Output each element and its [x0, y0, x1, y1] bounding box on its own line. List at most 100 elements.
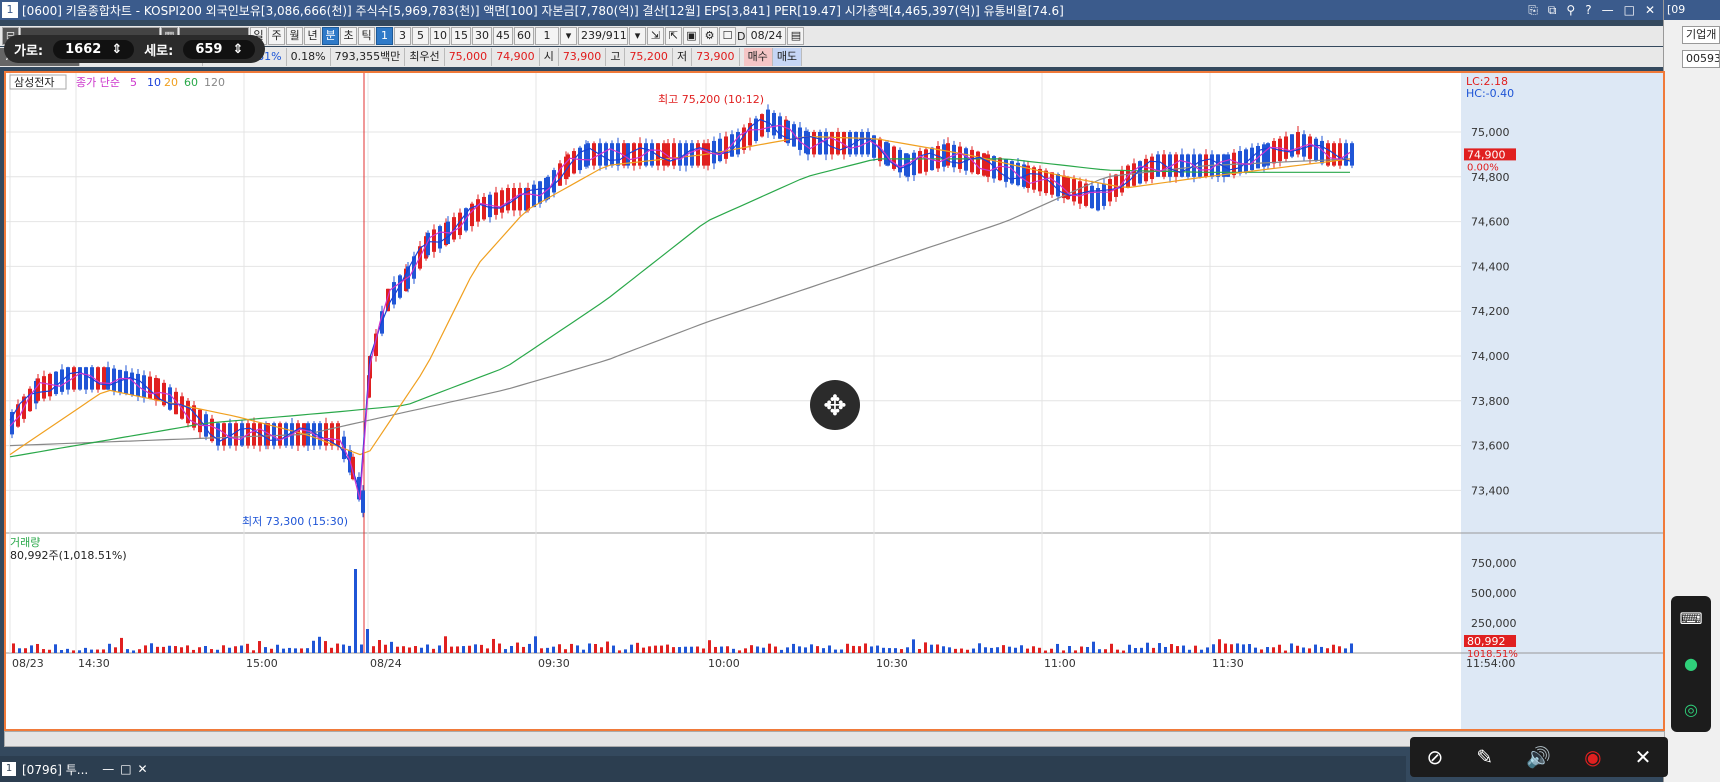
candle	[240, 423, 244, 446]
volume-bar	[1008, 646, 1011, 653]
volume-bar	[318, 636, 321, 653]
link-icon[interactable]: ⎘	[1528, 3, 1538, 18]
pointer-icon[interactable]: ●	[1684, 654, 1698, 673]
candle	[1144, 158, 1148, 182]
volume-bar	[306, 648, 309, 653]
right-panel-tab[interactable]: 기업개	[1682, 26, 1720, 44]
sell-button[interactable]: 매도	[772, 48, 803, 66]
close-icon[interactable]: ✕	[1635, 745, 1652, 769]
zoom-out-icon[interactable]: ⇱	[665, 27, 682, 45]
mic-off-icon[interactable]: ✎	[1476, 745, 1493, 769]
volume-bar	[174, 646, 177, 653]
stepper-icon[interactable]: ⇕	[232, 42, 243, 57]
interval-15-button[interactable]: 15	[451, 27, 471, 45]
candle	[216, 423, 220, 446]
volume-bar	[234, 646, 237, 653]
buy-button[interactable]: 매수	[743, 48, 773, 66]
volume-bar	[576, 645, 579, 653]
volume-bar	[252, 650, 255, 653]
maximize-button[interactable]: □	[1624, 3, 1635, 18]
size-overlay: 가로: 1662 ⇕ 세로: 659 ⇕	[4, 35, 266, 63]
candle	[96, 367, 100, 390]
candle	[518, 188, 522, 211]
volume-bar	[468, 645, 471, 653]
window-title: [0600] 키움종합차트 - KOSPI200 외국인보유[3,086,666…	[22, 3, 1064, 18]
right-panel-code[interactable]: 005930	[1682, 50, 1720, 68]
candle	[836, 132, 840, 155]
date-input[interactable]: 08/24	[746, 27, 787, 45]
chevron-down-icon[interactable]: ▾	[560, 27, 577, 45]
volume-bar	[324, 641, 327, 653]
interval-input[interactable]: 1	[535, 27, 559, 45]
minimize-button[interactable]: —	[1602, 3, 1614, 18]
keyboard-icon[interactable]: ⌨	[1679, 609, 1702, 628]
volume-bar	[1038, 647, 1041, 653]
chevron-down-icon[interactable]: ▾	[629, 27, 646, 45]
y-tick-label: 74,000	[1471, 350, 1510, 363]
volume-bar	[108, 643, 111, 653]
period-tick-button[interactable]: 틱	[358, 27, 375, 45]
interval-5-button[interactable]: 5	[412, 27, 429, 45]
search-icon[interactable]: ⚲	[1566, 3, 1575, 18]
interval-60-button[interactable]: 60	[514, 27, 534, 45]
candle	[494, 192, 498, 215]
y-tick-label: 73,600	[1471, 440, 1510, 453]
interval-30-button[interactable]: 30	[472, 27, 492, 45]
minimize-button[interactable]: —	[102, 762, 114, 776]
close-button[interactable]: ✕	[1645, 3, 1655, 18]
move-icon[interactable]: ✥	[810, 380, 860, 430]
save-icon[interactable]: ▣	[683, 27, 700, 45]
window-controls: ⎘ ⧉ ⚲ ? — □ ✕	[1528, 3, 1663, 18]
volume-bar	[186, 645, 189, 653]
zoom-in-icon[interactable]: ⇲	[647, 27, 664, 45]
settings-icon[interactable]: ⚙	[701, 27, 718, 45]
volume-bar	[1080, 646, 1083, 653]
volume-bar	[36, 643, 39, 653]
interval-3-button[interactable]: 3	[394, 27, 411, 45]
date-checkbox[interactable]: ☐	[719, 27, 736, 45]
y-tick-label: 75,000	[1471, 126, 1510, 139]
volume-bar	[1074, 650, 1077, 653]
volume-bar	[870, 646, 873, 653]
candle	[812, 132, 816, 155]
volume-bar	[720, 646, 723, 653]
interval-10-button[interactable]: 10	[430, 27, 450, 45]
candle	[361, 490, 365, 513]
period-month-button[interactable]: 월	[286, 27, 303, 45]
volume-bar	[216, 649, 219, 653]
help-button[interactable]: ?	[1585, 3, 1591, 18]
candle	[1350, 143, 1354, 166]
stock-label: 삼성전자	[14, 76, 54, 89]
candle	[586, 143, 590, 166]
interval-1-button[interactable]: 1	[376, 27, 393, 45]
volume-label: 거래량	[10, 536, 40, 549]
calendar-icon[interactable]: ▤	[787, 27, 805, 45]
interval-45-button[interactable]: 45	[493, 27, 513, 45]
click-icon[interactable]: ◎	[1684, 700, 1698, 719]
volume-bar	[1092, 641, 1095, 653]
volume-bar	[894, 648, 897, 653]
restore-icon[interactable]: ⧉	[1548, 3, 1557, 18]
period-week-button[interactable]: 주	[268, 27, 285, 45]
period-second-button[interactable]: 초	[340, 27, 357, 45]
width-value[interactable]: 1662	[65, 42, 101, 57]
height-value[interactable]: 659	[195, 42, 222, 57]
candle	[284, 423, 288, 446]
volume-bar	[1134, 648, 1137, 653]
speaker-icon[interactable]: 🔊	[1526, 745, 1551, 769]
volume-bar	[1116, 649, 1119, 653]
close-button[interactable]: ✕	[138, 762, 148, 776]
camera-off-icon[interactable]: ⊘	[1427, 745, 1444, 769]
record-icon[interactable]: ◉	[1584, 745, 1601, 769]
volume-bar	[336, 643, 339, 653]
ma-line	[9, 158, 1350, 458]
period-year-button[interactable]: 년	[304, 27, 321, 45]
candle	[976, 151, 980, 174]
candle	[1308, 136, 1312, 159]
period-minute-button[interactable]: 분	[322, 27, 339, 45]
maximize-button[interactable]: □	[120, 762, 131, 776]
taskbar-window[interactable]: 1 [0796] 투... — □ ✕	[0, 756, 1406, 782]
volume-bar	[912, 639, 915, 653]
stepper-icon[interactable]: ⇕	[111, 42, 122, 57]
candle	[1290, 134, 1294, 157]
